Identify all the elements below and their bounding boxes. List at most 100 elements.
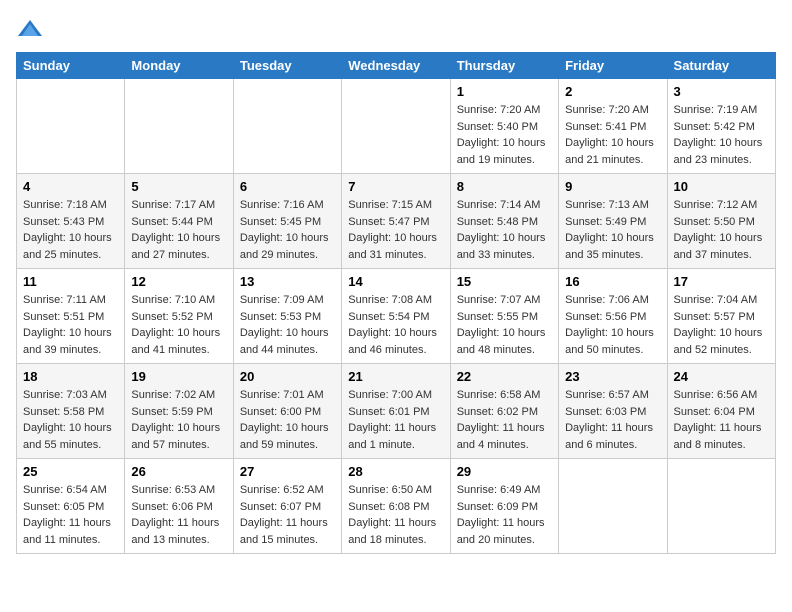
calendar-cell: 3 Sunrise: 7:19 AMSunset: 5:42 PMDaylight… — [667, 79, 775, 174]
calendar-cell — [233, 79, 341, 174]
day-info: Sunrise: 7:12 AMSunset: 5:50 PMDaylight:… — [674, 197, 769, 263]
day-of-week-header: Tuesday — [233, 53, 341, 79]
day-number: 19 — [131, 369, 226, 384]
day-of-week-header: Friday — [559, 53, 667, 79]
day-number: 25 — [23, 464, 118, 479]
calendar-cell: 21 Sunrise: 7:00 AMSunset: 6:01 PMDayligh… — [342, 364, 450, 459]
calendar-cell: 16 Sunrise: 7:06 AMSunset: 5:56 PMDayligh… — [559, 269, 667, 364]
calendar-cell: 11 Sunrise: 7:11 AMSunset: 5:51 PMDayligh… — [17, 269, 125, 364]
day-number: 26 — [131, 464, 226, 479]
calendar-cell — [559, 459, 667, 554]
day-number: 17 — [674, 274, 769, 289]
day-info: Sunrise: 7:11 AMSunset: 5:51 PMDaylight:… — [23, 292, 118, 358]
day-number: 18 — [23, 369, 118, 384]
day-number: 10 — [674, 179, 769, 194]
day-info: Sunrise: 7:02 AMSunset: 5:59 PMDaylight:… — [131, 387, 226, 453]
day-info: Sunrise: 7:03 AMSunset: 5:58 PMDaylight:… — [23, 387, 118, 453]
day-info: Sunrise: 7:08 AMSunset: 5:54 PMDaylight:… — [348, 292, 443, 358]
day-info: Sunrise: 7:20 AMSunset: 5:40 PMDaylight:… — [457, 102, 552, 168]
day-number: 13 — [240, 274, 335, 289]
day-number: 28 — [348, 464, 443, 479]
day-number: 29 — [457, 464, 552, 479]
logo-icon — [16, 16, 44, 44]
day-number: 20 — [240, 369, 335, 384]
calendar-cell: 10 Sunrise: 7:12 AMSunset: 5:50 PMDayligh… — [667, 174, 775, 269]
calendar-cell: 26 Sunrise: 6:53 AMSunset: 6:06 PMDayligh… — [125, 459, 233, 554]
day-number: 16 — [565, 274, 660, 289]
day-number: 7 — [348, 179, 443, 194]
day-number: 9 — [565, 179, 660, 194]
day-info: Sunrise: 7:10 AMSunset: 5:52 PMDaylight:… — [131, 292, 226, 358]
calendar-cell: 4 Sunrise: 7:18 AMSunset: 5:43 PMDaylight… — [17, 174, 125, 269]
calendar-cell: 18 Sunrise: 7:03 AMSunset: 5:58 PMDayligh… — [17, 364, 125, 459]
day-info: Sunrise: 6:53 AMSunset: 6:06 PMDaylight:… — [131, 482, 226, 548]
calendar-cell: 25 Sunrise: 6:54 AMSunset: 6:05 PMDayligh… — [17, 459, 125, 554]
day-info: Sunrise: 6:56 AMSunset: 6:04 PMDaylight:… — [674, 387, 769, 453]
day-number: 1 — [457, 84, 552, 99]
day-info: Sunrise: 7:01 AMSunset: 6:00 PMDaylight:… — [240, 387, 335, 453]
calendar-cell: 20 Sunrise: 7:01 AMSunset: 6:00 PMDayligh… — [233, 364, 341, 459]
calendar-cell — [17, 79, 125, 174]
calendar-cell: 15 Sunrise: 7:07 AMSunset: 5:55 PMDayligh… — [450, 269, 558, 364]
calendar-cell: 17 Sunrise: 7:04 AMSunset: 5:57 PMDayligh… — [667, 269, 775, 364]
day-info: Sunrise: 7:14 AMSunset: 5:48 PMDaylight:… — [457, 197, 552, 263]
calendar-cell: 23 Sunrise: 6:57 AMSunset: 6:03 PMDayligh… — [559, 364, 667, 459]
calendar-week-row: 11 Sunrise: 7:11 AMSunset: 5:51 PMDayligh… — [17, 269, 776, 364]
calendar-cell: 24 Sunrise: 6:56 AMSunset: 6:04 PMDayligh… — [667, 364, 775, 459]
day-number: 2 — [565, 84, 660, 99]
day-number: 24 — [674, 369, 769, 384]
day-of-week-header: Wednesday — [342, 53, 450, 79]
calendar-cell: 2Sunrise: 7:20 AMSunset: 5:41 PMDaylight… — [559, 79, 667, 174]
calendar-week-row: 18 Sunrise: 7:03 AMSunset: 5:58 PMDayligh… — [17, 364, 776, 459]
logo — [16, 16, 48, 44]
day-of-week-header: Monday — [125, 53, 233, 79]
day-of-week-header: Saturday — [667, 53, 775, 79]
day-number: 11 — [23, 274, 118, 289]
day-number: 12 — [131, 274, 226, 289]
day-info: Sunrise: 7:16 AMSunset: 5:45 PMDaylight:… — [240, 197, 335, 263]
day-number: 3 — [674, 84, 769, 99]
calendar-week-row: 1 Sunrise: 7:20 AMSunset: 5:40 PMDaylight… — [17, 79, 776, 174]
day-number: 15 — [457, 274, 552, 289]
day-info: Sunrise: 7:18 AMSunset: 5:43 PMDaylight:… — [23, 197, 118, 263]
calendar-cell: 13Sunrise: 7:09 AMSunset: 5:53 PMDayligh… — [233, 269, 341, 364]
calendar-cell: 12 Sunrise: 7:10 AMSunset: 5:52 PMDayligh… — [125, 269, 233, 364]
day-info: Sunrise: 7:04 AMSunset: 5:57 PMDaylight:… — [674, 292, 769, 358]
day-number: 23 — [565, 369, 660, 384]
day-number: 4 — [23, 179, 118, 194]
calendar-header-row: SundayMondayTuesdayWednesdayThursdayFrid… — [17, 53, 776, 79]
calendar-cell — [342, 79, 450, 174]
day-info: Sunrise: 7:17 AMSunset: 5:44 PMDaylight:… — [131, 197, 226, 263]
calendar-cell — [667, 459, 775, 554]
day-of-week-header: Sunday — [17, 53, 125, 79]
calendar-week-row: 4 Sunrise: 7:18 AMSunset: 5:43 PMDaylight… — [17, 174, 776, 269]
day-info: Sunrise: 7:15 AMSunset: 5:47 PMDaylight:… — [348, 197, 443, 263]
calendar-week-row: 25 Sunrise: 6:54 AMSunset: 6:05 PMDayligh… — [17, 459, 776, 554]
day-info: Sunrise: 6:54 AMSunset: 6:05 PMDaylight:… — [23, 482, 118, 548]
day-number: 22 — [457, 369, 552, 384]
day-info: Sunrise: 7:00 AMSunset: 6:01 PMDaylight:… — [348, 387, 443, 453]
day-info: Sunrise: 7:07 AMSunset: 5:55 PMDaylight:… — [457, 292, 552, 358]
day-number: 5 — [131, 179, 226, 194]
day-of-week-header: Thursday — [450, 53, 558, 79]
day-info: Sunrise: 6:50 AMSunset: 6:08 PMDaylight:… — [348, 482, 443, 548]
day-info: Sunrise: 6:58 AMSunset: 6:02 PMDaylight:… — [457, 387, 552, 453]
calendar-cell — [125, 79, 233, 174]
day-info: Sunrise: 6:52 AMSunset: 6:07 PMDaylight:… — [240, 482, 335, 548]
calendar-cell: 28 Sunrise: 6:50 AMSunset: 6:08 PMDayligh… — [342, 459, 450, 554]
day-info: Sunrise: 6:57 AMSunset: 6:03 PMDaylight:… — [565, 387, 660, 453]
day-number: 8 — [457, 179, 552, 194]
calendar-cell: 8 Sunrise: 7:14 AMSunset: 5:48 PMDaylight… — [450, 174, 558, 269]
calendar-cell: 9Sunrise: 7:13 AMSunset: 5:49 PMDaylight… — [559, 174, 667, 269]
calendar-cell: 7 Sunrise: 7:15 AMSunset: 5:47 PMDaylight… — [342, 174, 450, 269]
day-info: Sunrise: 6:49 AMSunset: 6:09 PMDaylight:… — [457, 482, 552, 548]
calendar-cell: 22 Sunrise: 6:58 AMSunset: 6:02 PMDayligh… — [450, 364, 558, 459]
day-info: Sunrise: 7:19 AMSunset: 5:42 PMDaylight:… — [674, 102, 769, 168]
calendar-cell: 6Sunrise: 7:16 AMSunset: 5:45 PMDaylight… — [233, 174, 341, 269]
calendar-cell: 19 Sunrise: 7:02 AMSunset: 5:59 PMDayligh… — [125, 364, 233, 459]
calendar-table: SundayMondayTuesdayWednesdayThursdayFrid… — [16, 52, 776, 554]
calendar-cell: 5 Sunrise: 7:17 AMSunset: 5:44 PMDaylight… — [125, 174, 233, 269]
day-number: 21 — [348, 369, 443, 384]
day-info: Sunrise: 7:06 AMSunset: 5:56 PMDaylight:… — [565, 292, 660, 358]
day-number: 27 — [240, 464, 335, 479]
